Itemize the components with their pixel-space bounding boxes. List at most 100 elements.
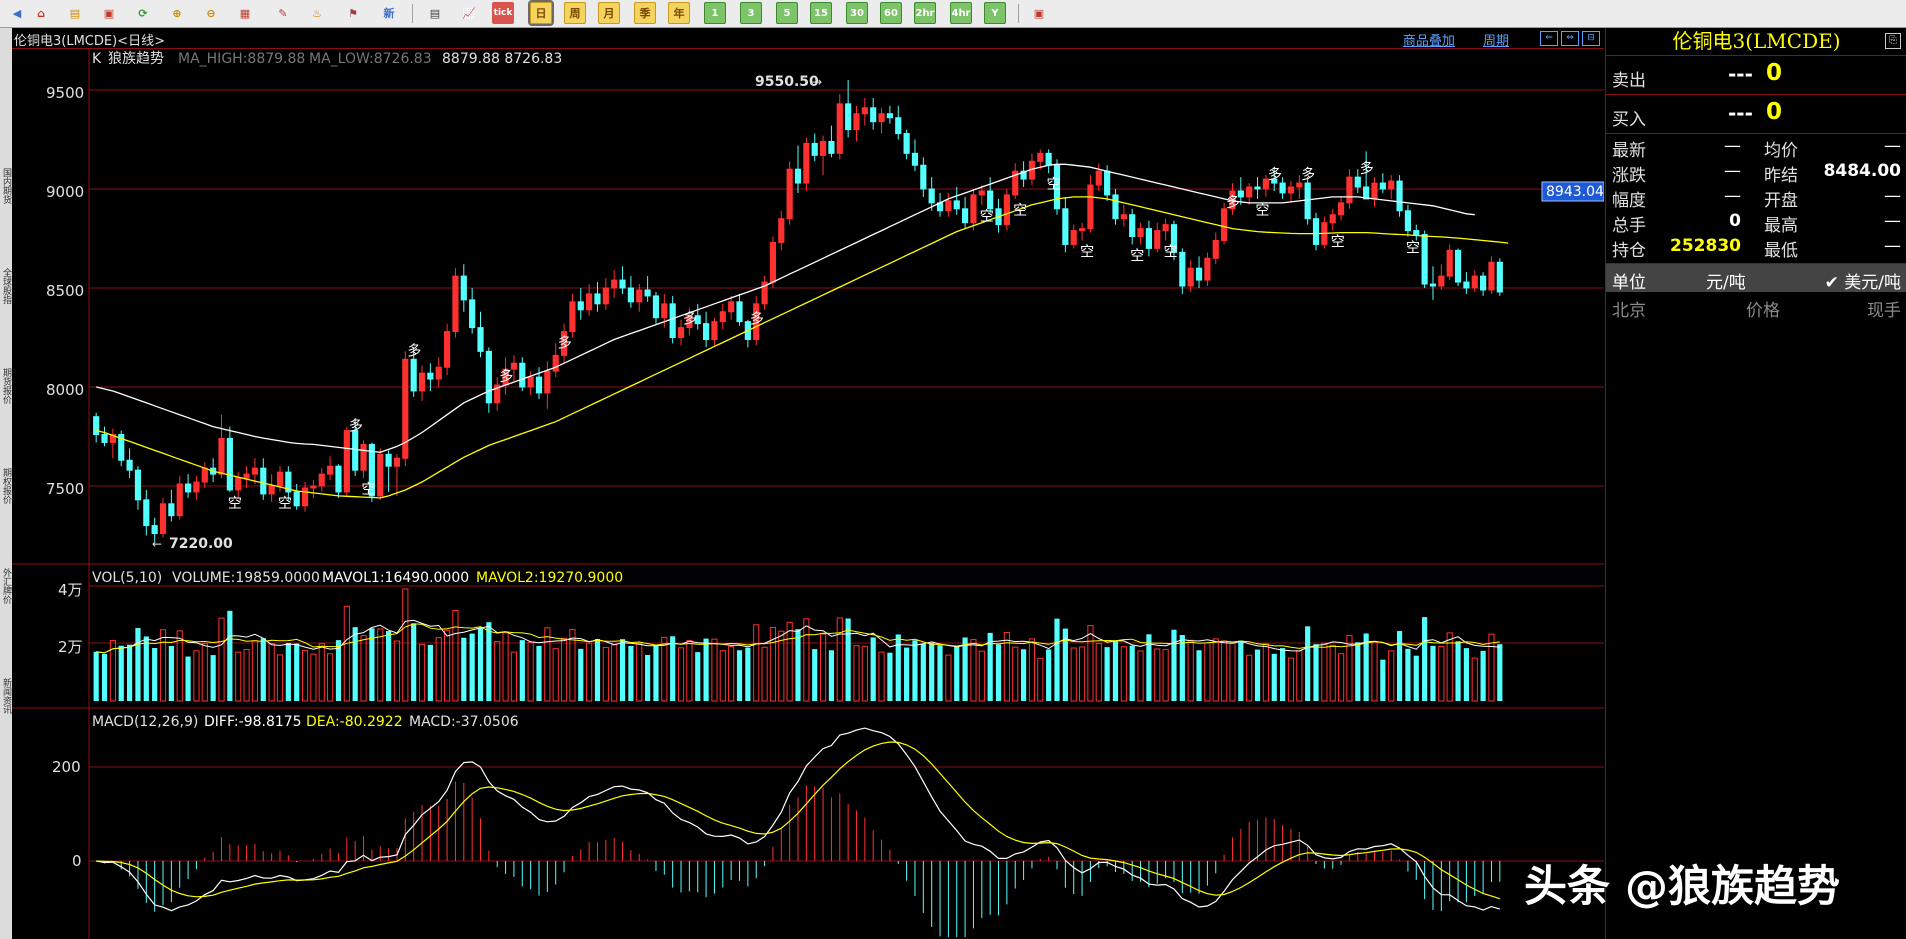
candle-body [1304, 182, 1311, 220]
panel-icon[interactable]: ▣ [1028, 2, 1050, 24]
period-year-button[interactable]: 年 [668, 2, 690, 24]
sidebar-tab-options-quote[interactable]: 期权报价 [0, 468, 12, 504]
period-year-short-button[interactable]: Y [984, 2, 1006, 24]
volume-bar [411, 623, 417, 701]
volume-bar [152, 647, 158, 701]
period-quarter-button[interactable]: 季 [634, 2, 656, 24]
candle-body [811, 142, 818, 156]
volume-bar [1280, 648, 1286, 701]
info-key: 均价 [1764, 141, 1798, 161]
filter-icon[interactable]: ⚑ [342, 2, 364, 24]
chart-area[interactable]: 多多多多多 多多多多多空 空空空 空空空空空空空空 K 狼族趋势 MA_HIGH:88… [12, 49, 1604, 939]
volume-bar [929, 643, 935, 701]
candle-body [987, 190, 994, 210]
news-icon[interactable]: ▣ [98, 2, 120, 24]
sidebar-tab-domestic-futures[interactable]: 国内期货 [0, 168, 12, 204]
col-hand: 现手 [1867, 301, 1901, 321]
quote-info-row: 最新 — 均价 — [1606, 134, 1906, 161]
buy-row: 买入 --- 0 [1606, 95, 1906, 134]
vol-ytick: 4万 [58, 581, 83, 599]
period-5min-button[interactable]: 5 [776, 2, 798, 24]
unit-cny-option[interactable]: 元/吨 [1706, 268, 1746, 293]
candle-body [134, 469, 142, 501]
tick-button[interactable]: tick [492, 2, 514, 24]
macd-ytick: 200 [52, 758, 81, 776]
indicator-icon[interactable]: ♨ [306, 2, 328, 24]
period-month-button[interactable]: 月 [598, 2, 620, 24]
candle-body [636, 289, 643, 303]
sidebar-tab-global-index[interactable]: 全球股指 [0, 268, 12, 304]
macd-legend-diff: DIFF:-98.8175 [204, 714, 302, 730]
window-icon[interactable]: ▦ [234, 2, 256, 24]
quote-info-row: 幅度 — 开盘 — [1606, 184, 1906, 211]
sidebar-tab-futures-quote[interactable]: 期货报价 [0, 368, 12, 404]
candle-body [928, 188, 935, 204]
candle-body [619, 279, 626, 289]
period-day-button[interactable]: 日 [528, 0, 554, 26]
quote-info-row: 持仓 252830 最低 — [1606, 234, 1906, 261]
candle-body [243, 473, 250, 479]
expand-icon[interactable]: ⎘ [1885, 33, 1901, 49]
period-1min-button[interactable]: 1 [704, 2, 726, 24]
candle-body [1454, 249, 1462, 283]
zoom-in-icon[interactable]: ⊕ [166, 2, 188, 24]
candle-body [151, 525, 158, 535]
document-icon[interactable]: ▤ [64, 2, 86, 24]
candle-body [552, 354, 559, 372]
sidebar-tab-forex[interactable]: 外汇牌价 [0, 568, 12, 604]
candle-body [176, 483, 183, 517]
candle-body [1354, 176, 1361, 188]
candle-body [1287, 186, 1295, 194]
candle-body [1120, 214, 1127, 220]
layout-icon[interactable]: ⊟ [1582, 31, 1600, 46]
candle-body [527, 376, 534, 388]
scroll-left-icon[interactable]: ⇐ [1540, 31, 1558, 46]
candle-body [786, 168, 793, 220]
back-icon[interactable]: ◀ [6, 2, 28, 24]
period-4hr-button[interactable]: 4hr [950, 2, 972, 24]
period-3min-button[interactable]: 3 [740, 2, 762, 24]
sidebar-tab-news[interactable]: 新闻资讯 [0, 678, 12, 714]
volume-bar [653, 644, 659, 701]
candle-body [1413, 230, 1420, 236]
signal-short-mark: 空 [1130, 248, 1144, 264]
volume-bar [670, 636, 676, 701]
candle-body [251, 467, 259, 475]
candle-body [1379, 182, 1386, 190]
buy-value: 0 [1766, 99, 1783, 125]
volume-bar [887, 652, 893, 701]
period-15min-button[interactable]: 15 [810, 2, 832, 24]
candle-body [443, 331, 451, 368]
period-week-button[interactable]: 周 [564, 2, 586, 24]
refresh-icon[interactable]: ⟳ [132, 2, 154, 24]
sell-label: 卖出 [1612, 71, 1646, 91]
sell-dash: --- [1728, 62, 1753, 86]
volume-bar [536, 645, 542, 701]
candle-body [1480, 275, 1487, 291]
info-key: 开盘 [1764, 191, 1798, 211]
signal-short-mark: 空 [980, 209, 994, 225]
period-2hr-button[interactable]: 2hr [914, 2, 936, 24]
scroll-right-icon[interactable]: ⇔ [1561, 31, 1579, 46]
period-link[interactable]: 周期 [1483, 34, 1509, 49]
candle-body [661, 303, 668, 319]
candle-body [1488, 261, 1495, 291]
overlay-link[interactable]: 商品叠加 [1403, 34, 1455, 49]
new-button[interactable]: 新 [378, 2, 400, 24]
zoom-out-icon[interactable]: ⊖ [200, 2, 222, 24]
candle-body [301, 487, 309, 507]
table-icon[interactable]: ▤ [424, 2, 446, 24]
candle-body [819, 140, 827, 156]
chart-icon[interactable]: 📈 [458, 2, 480, 24]
info-key: 最低 [1764, 241, 1798, 261]
period-30min-button[interactable]: 30 [846, 2, 868, 24]
volume-bar [1463, 648, 1469, 701]
draw-icon[interactable]: ✎ [272, 2, 294, 24]
home-icon[interactable]: ⌂ [30, 2, 52, 24]
period-60min-button[interactable]: 60 [880, 2, 902, 24]
signal-short-mark: 空 [362, 482, 376, 498]
candle-body [736, 301, 743, 323]
volume-bar [427, 644, 433, 701]
unit-usd-option[interactable]: ✔ 美元/吨 [1825, 268, 1901, 293]
candle-body [377, 453, 384, 497]
